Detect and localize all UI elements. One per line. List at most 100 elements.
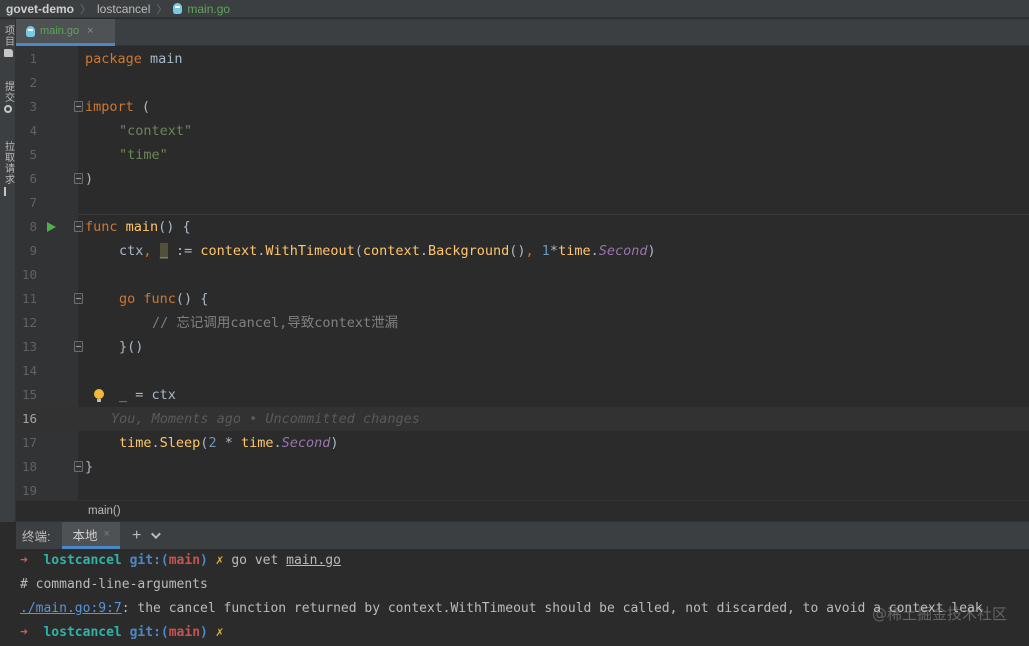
tab-main-go[interactable]: main.go × (16, 19, 115, 46)
prompt-git-label: git:( (129, 625, 169, 640)
terminal-output[interactable]: ➜ lostcancel git:(main) ✗ go vet main.go… (16, 549, 1029, 646)
prompt-dirty-icon: ✗ (215, 553, 224, 568)
line-number: 14 (21, 363, 37, 378)
number-token: 2 (208, 435, 217, 451)
pull-request-icon (4, 187, 12, 196)
code-line: 7 (16, 191, 1029, 215)
breadcrumb-separator-icon: 〉 (80, 3, 92, 16)
code-token: main (141, 51, 183, 67)
line-number: 1 (29, 51, 37, 66)
function-name-token: main (117, 219, 159, 235)
line-number: 4 (29, 123, 37, 138)
code-token: . (151, 435, 160, 451)
tool-window-project[interactable]: 项目 (0, 25, 16, 57)
keyword-token: go (119, 291, 136, 307)
line-number: 7 (29, 195, 37, 210)
new-terminal-plus-icon[interactable]: + (132, 527, 141, 545)
line-number: 2 (29, 75, 37, 90)
line-number: 16 (21, 411, 37, 426)
fold-marker-icon[interactable] (74, 101, 83, 112)
code-token: _ = ctx (119, 387, 176, 403)
code-line: 9 ctx, _ := context.WithTimeout(context.… (16, 239, 1029, 263)
package-token: time (119, 435, 152, 451)
comment-token: // 忘记调用cancel,导致context泄漏 (152, 315, 399, 331)
terminal-tab-local[interactable]: 本地 × (62, 522, 120, 549)
code-line: 19 (16, 479, 1029, 500)
fold-marker-icon[interactable] (74, 221, 83, 232)
prompt-git-branch: main (168, 553, 201, 568)
terminal-output-text: : the cancel function returned by contex… (121, 601, 983, 616)
prompt-git-label-end: ) (200, 625, 208, 640)
fold-marker-icon[interactable] (74, 293, 83, 304)
string-token: "context" (119, 123, 193, 139)
package-token: context (362, 243, 420, 259)
code-token: ) (330, 435, 339, 451)
code-breadcrumb[interactable]: main() (16, 500, 1029, 521)
function-call-token: Sleep (159, 435, 201, 451)
go-file-icon (26, 25, 35, 37)
package-token: time (240, 435, 274, 451)
tool-window-pull-requests[interactable]: 拉取请求 (0, 141, 16, 196)
tab-close-icon[interactable]: × (87, 25, 93, 37)
function-call-token: Background (427, 243, 510, 259)
tool-window-strip: 项目 提交 拉取请求 (0, 19, 16, 522)
run-icon[interactable] (47, 222, 56, 232)
terminal-tab-close-icon[interactable]: × (104, 528, 110, 540)
code-token: . (590, 243, 599, 259)
fold-marker-icon[interactable] (74, 341, 83, 352)
terminal-tab-label: 本地 (72, 528, 98, 543)
line-number: 8 (29, 219, 37, 234)
line-number: 6 (29, 171, 37, 186)
terminal-command-file: main.go (286, 553, 341, 568)
line-number: 9 (29, 243, 37, 258)
tool-window-project-label: 项目 (2, 25, 14, 47)
code-line: 10 (16, 263, 1029, 287)
git-blame-annotation: You, Moments ago • Uncommitted changes (111, 411, 420, 427)
fold-marker-icon[interactable] (74, 173, 83, 184)
code-line-current: 16 You, Moments ago • Uncommitted change… (16, 407, 1029, 431)
package-token: time (558, 243, 591, 259)
editor-tab-bar: main.go × (16, 19, 1029, 46)
breadcrumb-file[interactable]: main.go (173, 2, 230, 16)
function-call-token: WithTimeout (265, 243, 355, 259)
line-number: 13 (21, 339, 37, 354)
tool-window-pull-requests-label: 拉取请求 (2, 141, 14, 185)
tool-window-commit[interactable]: 提交 (0, 81, 16, 113)
lightbulb-icon[interactable] (94, 389, 104, 402)
prompt-directory: lostcancel (43, 553, 122, 568)
terminal-file-link[interactable]: ./main.go:9:7 (20, 601, 122, 616)
code-line: 6 ) (16, 167, 1029, 191)
code-line: 13 }() (16, 335, 1029, 359)
constant-token: Second (598, 243, 648, 259)
prompt-git-label: git:( (129, 553, 169, 568)
code-token: ) (85, 171, 94, 187)
navigation-bar: govet-demo 〉 lostcancel 〉 main.go (0, 0, 1029, 18)
breadcrumb-project[interactable]: govet-demo (6, 2, 74, 16)
keyword-token: import (85, 99, 134, 115)
breadcrumb-folder[interactable]: lostcancel (97, 2, 150, 16)
code-token: () { (158, 219, 191, 235)
code-editor[interactable]: 1 package main 2 3 import ( 4 "context" … (16, 46, 1029, 500)
prompt-directory: lostcancel (43, 625, 122, 640)
code-token: * (549, 243, 559, 259)
code-token: ( (133, 99, 151, 115)
terminal-prompt-line: ➜ lostcancel git:(main) ✗ go vet main.go (20, 549, 341, 573)
constant-token: Second (281, 435, 331, 451)
prompt-arrow-icon: ➜ (20, 625, 28, 640)
code-token: () (509, 243, 526, 259)
number-token: 1 (533, 243, 550, 259)
code-token: * (216, 435, 241, 451)
code-token: } (85, 459, 94, 475)
code-line: 11 go func() { (16, 287, 1029, 311)
tool-window-commit-label: 提交 (2, 81, 14, 103)
code-line: 4 "context" (16, 119, 1029, 143)
breadcrumb-file-label: main.go (187, 1, 231, 16)
code-line: 1 package main (16, 47, 1029, 71)
fold-marker-icon[interactable] (74, 461, 83, 472)
chevron-down-icon[interactable] (151, 529, 162, 540)
terminal-output-line: # command-line-arguments (20, 577, 208, 592)
code-line: 2 (16, 71, 1029, 95)
terminal-output-line: ./main.go:9:7: the cancel function retur… (20, 597, 983, 621)
code-token: := (167, 243, 201, 259)
code-line: 8 func main() { (16, 215, 1029, 239)
